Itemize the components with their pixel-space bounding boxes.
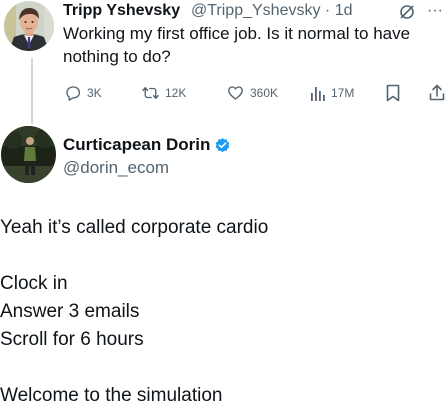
like-button[interactable]: 360K bbox=[226, 82, 278, 104]
reply-author-handle[interactable]: @dorin_ecom bbox=[63, 158, 169, 178]
tweet-action-bar: 3K 12K 360K 17M bbox=[0, 82, 448, 104]
grok-icon[interactable] bbox=[398, 3, 416, 21]
like-count: 360K bbox=[250, 86, 279, 100]
like-icon bbox=[228, 86, 243, 100]
reply-text-line: Clock in bbox=[0, 273, 68, 294]
reply-author-name-row[interactable]: Curticapean Dorin bbox=[63, 135, 231, 155]
bookmark-button[interactable] bbox=[385, 82, 401, 104]
reply-text-line: Yeah it’s called corporate cardio bbox=[0, 217, 269, 238]
reply-icon bbox=[66, 86, 81, 101]
reply-text-line: Welcome to the simulation bbox=[0, 385, 223, 406]
more-options-icon[interactable]: ··· bbox=[427, 2, 443, 20]
repost-button[interactable]: 12K bbox=[141, 82, 186, 104]
verified-badge-icon bbox=[216, 137, 230, 152]
reply-text-line: Answer 3 emails bbox=[0, 301, 140, 322]
original-author-name[interactable]: Tripp Yshevsky bbox=[63, 2, 180, 20]
repost-icon bbox=[142, 87, 159, 99]
reply-count: 3K bbox=[87, 86, 102, 100]
bookmark-icon bbox=[386, 84, 400, 102]
repost-count: 12K bbox=[165, 86, 187, 100]
share-icon bbox=[429, 84, 445, 101]
reply-text-line: Scroll for 6 hours bbox=[0, 329, 144, 350]
reply-button[interactable]: 3K bbox=[64, 82, 102, 104]
views-icon bbox=[311, 87, 325, 101]
reply-author-name[interactable]: Curticapean Dorin bbox=[63, 135, 210, 155]
view-count: 17M bbox=[331, 86, 355, 100]
views-button[interactable]: 17M bbox=[310, 82, 354, 104]
original-author-avatar[interactable] bbox=[4, 1, 54, 51]
original-tweet-line: nothing to do? bbox=[63, 47, 171, 66]
original-tweet-text: Working my first office job. Is it norma… bbox=[63, 22, 438, 68]
reply-author-avatar[interactable] bbox=[1, 126, 56, 183]
original-tweet-line: Working my first office job. Is it norma… bbox=[63, 24, 411, 43]
share-button[interactable] bbox=[428, 82, 446, 104]
original-author-handle-time[interactable]: @Tripp_Yshevsky · 1d bbox=[191, 2, 352, 20]
original-tweet[interactable]: Tripp Yshevsky @Tripp_Yshevsky · 1d ··· … bbox=[0, 0, 448, 126]
